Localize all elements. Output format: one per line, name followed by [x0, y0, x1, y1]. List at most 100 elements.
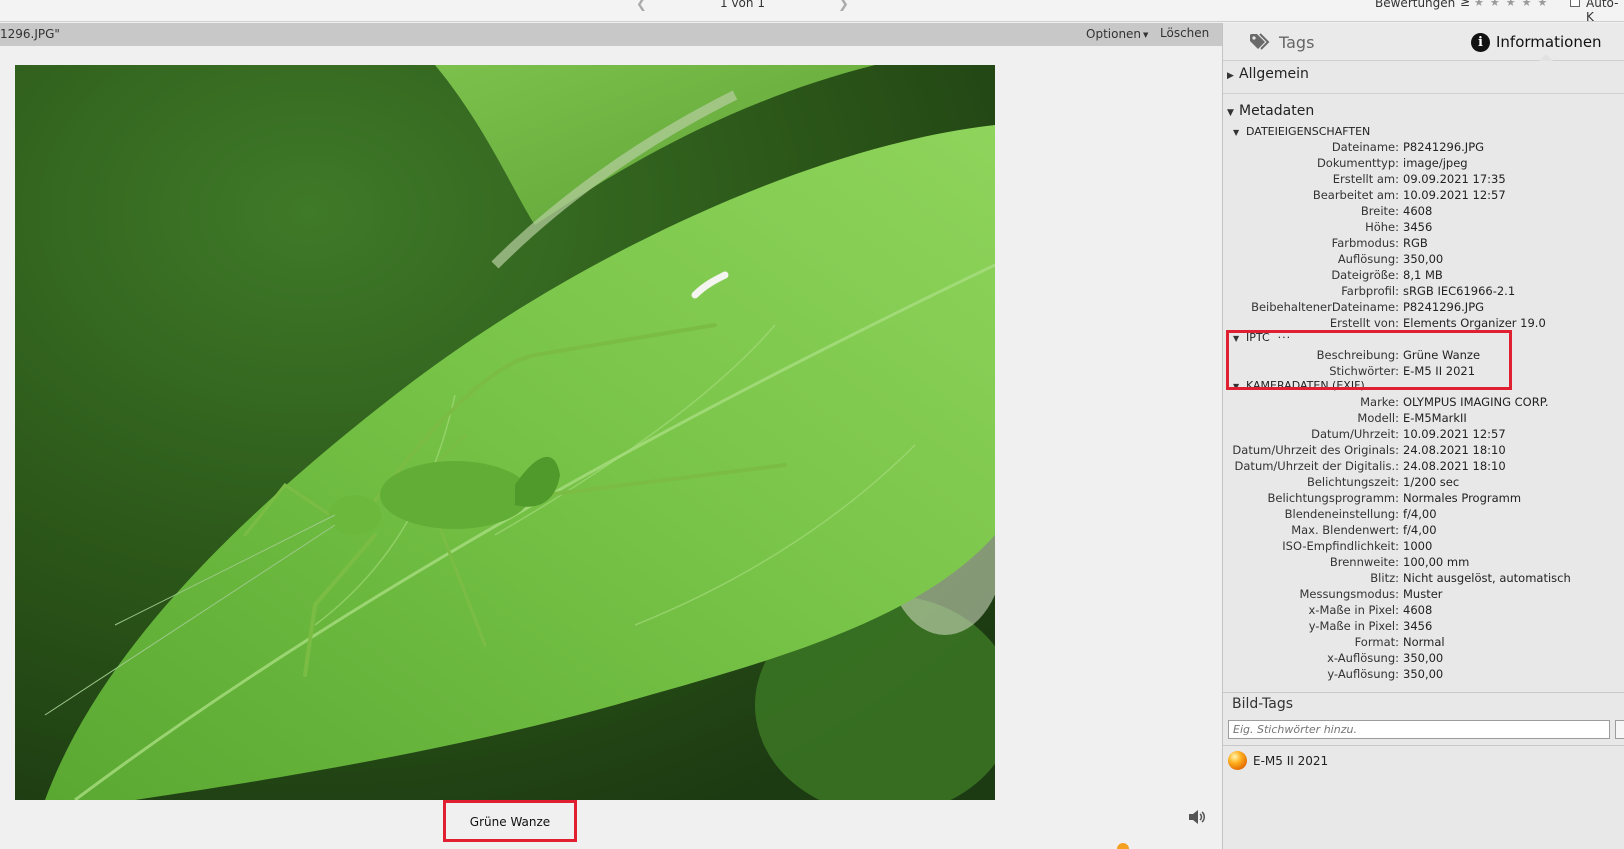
file-property-value[interactable]: 3456: [1403, 219, 1432, 235]
file-name: 1296.JPG": [0, 27, 60, 41]
file-property-row: BeibehaltenerDateiname: P8241296.JPG: [1223, 299, 1624, 315]
exif-property-value[interactable]: 1/200 sec: [1403, 474, 1459, 490]
exif-property-row: Format: Normal: [1223, 634, 1624, 650]
exif-property-value[interactable]: 10.09.2021 12:57: [1403, 426, 1506, 442]
exif-property-value[interactable]: 24.08.2021 18:10: [1403, 442, 1506, 458]
file-property-key: Höhe:: [1365, 220, 1399, 234]
caret-down-icon: ▼: [1143, 30, 1149, 39]
file-property-key: Dateigröße:: [1331, 268, 1399, 282]
exif-property-key: y-Maße in Pixel:: [1308, 619, 1399, 633]
exif-property-value[interactable]: 100,00 mm: [1403, 554, 1469, 570]
chevron-left-icon[interactable]: ❮: [636, 0, 647, 11]
options-menu[interactable]: Optionen ▼: [1086, 27, 1148, 41]
tab-tags-label: Tags: [1279, 32, 1315, 52]
exif-property-value[interactable]: 350,00: [1403, 650, 1443, 666]
exif-property-key: Max. Blendenwert:: [1291, 523, 1399, 537]
iptc-highlight: [1226, 330, 1512, 390]
file-property-value[interactable]: P8241296.JPG: [1403, 299, 1484, 315]
file-property-row: Erstellt am: 09.09.2021 17:35: [1223, 171, 1624, 187]
exif-property-row: Belichtungszeit: 1/200 sec: [1223, 474, 1624, 490]
delete-button[interactable]: Löschen: [1160, 26, 1209, 40]
caption-highlight: Grüne Wanze: [443, 800, 577, 842]
exif-property-value[interactable]: Normal: [1403, 634, 1445, 650]
exif-property-row: Max. Blendenwert: f/4,00: [1223, 522, 1624, 538]
auto-k-checkbox[interactable]: [1570, 0, 1580, 7]
exif-property-value[interactable]: 3456: [1403, 618, 1432, 634]
exif-property-row: Blendeneinstellung: f/4,00: [1223, 506, 1624, 522]
tab-informationen[interactable]: i Informationen: [1471, 31, 1602, 53]
exif-property-key: Belichtungsprogramm:: [1267, 491, 1399, 505]
exif-property-value[interactable]: 1000: [1403, 538, 1432, 554]
tab-tags[interactable]: Tags: [1249, 31, 1314, 53]
rating-stars[interactable]: ★★★★★: [1474, 0, 1553, 9]
file-property-value[interactable]: 4608: [1403, 203, 1432, 219]
exif-property-value[interactable]: 350,00: [1403, 666, 1443, 682]
options-label: Optionen: [1086, 27, 1142, 41]
exif-property-row: ISO-Empfindlichkeit: 1000: [1223, 538, 1624, 554]
exif-property-value[interactable]: f/4,00: [1403, 522, 1437, 538]
file-property-key: Dateiname:: [1331, 140, 1399, 154]
file-property-row: Erstellt von: Elements Organizer 19.0: [1223, 315, 1624, 331]
metadata-scroll-area[interactable]: ▼ DATEIEIGENSCHAFTEN Dateiname: P8241296.J…: [1223, 93, 1624, 713]
add-keyword-button[interactable]: [1615, 720, 1624, 739]
exif-property-key: Brennweite:: [1329, 555, 1399, 569]
file-property-value[interactable]: Elements Organizer 19.0: [1403, 315, 1546, 331]
info-panel: Tags i Informationen ▶ Allgemein ▼ Metadat…: [1222, 23, 1624, 849]
exif-property-key: Marke:: [1360, 395, 1399, 409]
exif-property-row: y-Auflösung: 350,00: [1223, 666, 1624, 682]
file-property-value[interactable]: 350,00: [1403, 251, 1443, 267]
exif-property-key: y-Auflösung:: [1327, 667, 1399, 681]
tag-list-item[interactable]: E-M5 II 2021: [1228, 751, 1328, 770]
file-property-key: Breite:: [1360, 204, 1399, 218]
exif-property-row: x-Auflösung: 350,00: [1223, 650, 1624, 666]
file-properties-title: DATEIEIGENSCHAFTEN: [1246, 125, 1371, 138]
chevron-right-icon[interactable]: ❯: [838, 0, 849, 11]
chevron-down-icon: ▼: [1233, 128, 1240, 137]
exif-property-key: Modell:: [1357, 411, 1399, 425]
exif-property-value[interactable]: Nicht ausgelöst, automatisch: [1403, 570, 1571, 586]
exif-property-value[interactable]: 4608: [1403, 602, 1432, 618]
file-property-value[interactable]: RGB: [1403, 235, 1428, 251]
file-property-value[interactable]: image/jpeg: [1403, 155, 1468, 171]
exif-property-value[interactable]: 24.08.2021 18:10: [1403, 458, 1506, 474]
exif-property-key: Blendeneinstellung:: [1284, 507, 1399, 521]
exif-property-row: Belichtungsprogramm: Normales Programm: [1223, 490, 1624, 506]
file-property-row: Farbmodus: RGB: [1223, 235, 1624, 251]
file-property-value[interactable]: 8,1 MB: [1403, 267, 1443, 283]
photo-grasshopper-on-leaf[interactable]: [15, 65, 995, 800]
exif-property-key: Belichtungszeit:: [1306, 475, 1399, 489]
file-property-row: Bearbeitet am: 10.09.2021 12:57: [1223, 187, 1624, 203]
file-property-row: Höhe: 3456: [1223, 219, 1624, 235]
file-property-key: Farbprofil:: [1341, 284, 1399, 298]
file-properties-header[interactable]: ▼ DATEIEIGENSCHAFTEN: [1233, 125, 1370, 138]
exif-property-value[interactable]: OLYMPUS IMAGING CORP.: [1403, 394, 1549, 410]
exif-property-row: Datum/Uhrzeit: 10.09.2021 12:57: [1223, 426, 1624, 442]
image-caption[interactable]: Grüne Wanze: [446, 815, 574, 829]
file-property-row: Farbprofil: sRGB IEC61966-2.1: [1223, 283, 1624, 299]
section-allgemein[interactable]: ▶ Allgemein: [1227, 66, 1309, 82]
file-property-value[interactable]: 10.09.2021 12:57: [1403, 187, 1506, 203]
exif-property-value[interactable]: Normales Programm: [1403, 490, 1521, 506]
exif-property-value[interactable]: Muster: [1403, 586, 1443, 602]
exif-property-key: x-Auflösung:: [1327, 651, 1399, 665]
add-keyword-input[interactable]: [1228, 720, 1610, 739]
tag-label: E-M5 II 2021: [1253, 753, 1329, 768]
chevron-right-icon: ▶: [1227, 71, 1234, 81]
speaker-icon[interactable]: [1187, 808, 1207, 826]
ratings-operator[interactable]: ≥: [1460, 0, 1470, 9]
exif-property-row: Brennweite: 100,00 mm: [1223, 554, 1624, 570]
info-icon: i: [1471, 32, 1490, 52]
auto-k-label: Auto-K: [1586, 0, 1619, 24]
file-property-key: Erstellt von:: [1329, 316, 1399, 330]
exif-property-value[interactable]: E-M5MarkII: [1403, 410, 1467, 426]
exif-property-key: Format:: [1354, 635, 1399, 649]
exif-property-row: Blitz: Nicht ausgelöst, automatisch: [1223, 570, 1624, 586]
file-property-value[interactable]: 09.09.2021 17:35: [1403, 171, 1506, 187]
exif-property-value[interactable]: f/4,00: [1403, 506, 1437, 522]
section-allgemein-label: Allgemein: [1239, 66, 1309, 82]
viewer-header: 1296.JPG" Optionen ▼ Löschen: [0, 23, 1222, 46]
file-property-value[interactable]: P8241296.JPG: [1403, 139, 1484, 155]
file-property-value[interactable]: sRGB IEC61966-2.1: [1403, 283, 1515, 299]
bild-tags-title: Bild-Tags: [1232, 696, 1294, 712]
file-property-key: Farbmodus:: [1331, 236, 1399, 250]
